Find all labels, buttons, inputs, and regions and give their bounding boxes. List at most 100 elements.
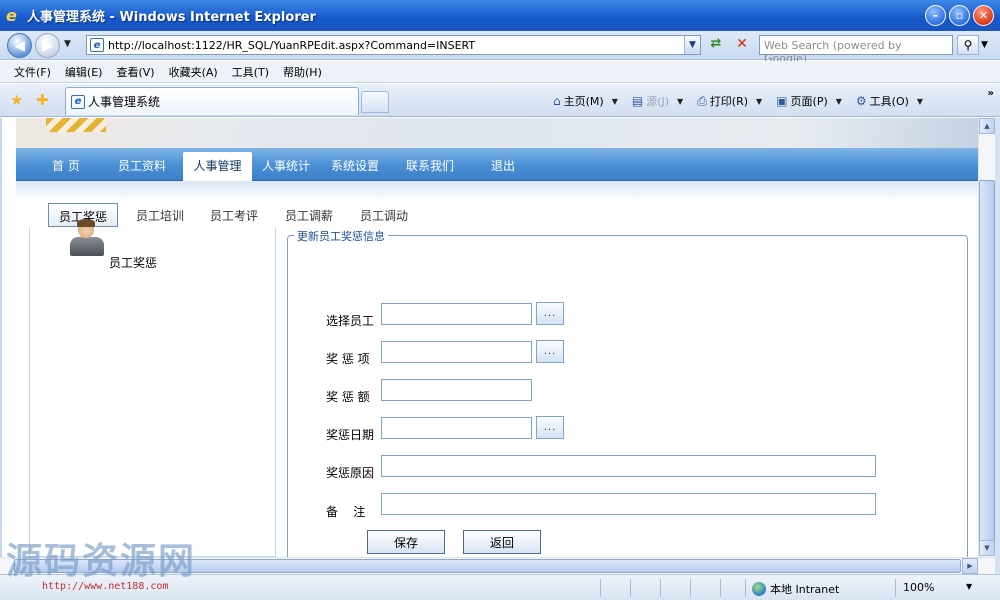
form-legend: 更新员工奖惩信息 [294, 228, 388, 244]
search-icon[interactable]: ⚲ [957, 35, 979, 55]
nav-logout[interactable]: 退出 [491, 157, 515, 174]
reward-reason-input[interactable] [381, 455, 876, 477]
refresh-icon[interactable]: ⇄ [706, 36, 726, 54]
feeds-dropdown-icon[interactable]: ▼ [677, 97, 683, 106]
scroll-down-icon[interactable]: ▼ [979, 540, 995, 556]
subtab-training[interactable]: 员工培训 [136, 207, 184, 224]
nav-employee-info[interactable]: 员工资料 [118, 157, 166, 174]
tab-toolbar: ★ ✚ e 人事管理系统 ⌂ 主页(M) ▼ ▤ 源(J) ▼ ⎙ 打印(R) ▼ ▣ 页面(… [0, 84, 1000, 117]
menu-edit[interactable]: 编辑(E) [65, 64, 103, 80]
employee-picker-button[interactable]: ... [536, 302, 564, 325]
reward-reason-label: 奖惩原因 [326, 466, 375, 480]
subtab-salary-adjust[interactable]: 员工调薪 [285, 207, 333, 224]
remarks-label: 备 注 [326, 505, 366, 519]
nav-contact-us[interactable]: 联系我们 [406, 157, 454, 174]
address-toolbar: ◀ ▶ ▼ e http://localhost:1122/HR_SQL/Yua… [0, 31, 1000, 65]
print-button[interactable]: ⎙ 打印(R) ▼ [697, 93, 762, 109]
printer-icon: ⎙ [697, 93, 707, 108]
zone-text: 本地 Intranet [770, 583, 840, 596]
add-favorite-icon[interactable]: ✚ [36, 91, 49, 109]
menu-help[interactable]: 帮助(H) [283, 64, 322, 80]
site-nav: 首 页 员工资料 人事管理 人事统计 系统设置 联系我们 退出 [16, 148, 978, 181]
nav-hr-statistics[interactable]: 人事统计 [262, 157, 310, 174]
reward-item-picker-button[interactable]: ... [536, 340, 564, 363]
chevron-more-icon[interactable]: » [988, 88, 994, 99]
ie-logo-icon: e [6, 5, 17, 25]
date-picker-button[interactable]: ... [536, 416, 564, 439]
close-window-button[interactable]: ✕ [973, 5, 994, 26]
feeds-button[interactable]: ▤ 源(J) ▼ [632, 93, 683, 109]
recent-pages-dropdown-icon[interactable]: ▼ [64, 39, 71, 49]
minimize-button[interactable]: – [925, 5, 946, 26]
maximize-button[interactable]: ▫ [949, 5, 970, 26]
window-controls: – ▫ ✕ [925, 5, 994, 26]
watermark-url: http://www.net188.com [42, 581, 169, 592]
zoom-level[interactable]: 100% [903, 581, 934, 594]
window-titlebar: e 人事管理系统 - Windows Internet Explorer – ▫… [0, 0, 1000, 31]
search-input[interactable]: Web Search (powered by Google) [759, 35, 953, 65]
reward-item-input[interactable] [381, 341, 532, 363]
print-dropdown-icon[interactable]: ▼ [756, 97, 762, 106]
page-menu-icon: ▣ [776, 94, 788, 108]
nav-home[interactable]: 首 页 [52, 157, 80, 174]
page-dropdown-icon[interactable]: ▼ [836, 97, 842, 106]
reward-date-label: 奖惩日期 [326, 428, 375, 442]
menu-file[interactable]: 文件(F) [14, 64, 51, 80]
nav-hr-management[interactable]: 人事管理 [183, 152, 252, 181]
window-title: 人事管理系统 - Windows Internet Explorer [27, 10, 316, 25]
subtab-evaluation[interactable]: 员工考评 [210, 207, 258, 224]
reward-amount-label: 奖 惩 额 [326, 390, 370, 404]
tools-dropdown-icon[interactable]: ▼ [917, 97, 923, 106]
zoom-dropdown-icon[interactable]: ▼ [966, 582, 972, 591]
menu-view[interactable]: 查看(V) [116, 64, 154, 80]
address-url[interactable]: http://localhost:1122/HR_SQL/YuanRPEdit.… [108, 39, 684, 52]
home-button[interactable]: ⌂ 主页(M) ▼ [553, 93, 618, 109]
menu-bar: 文件(F) 编辑(E) 查看(V) 收藏夹(A) 工具(T) 帮助(H) [0, 61, 1000, 83]
employee-input[interactable] [381, 303, 532, 325]
address-dropdown-icon[interactable]: ▼ [684, 36, 700, 54]
globe-icon [752, 582, 766, 596]
home-icon: ⌂ [553, 94, 561, 108]
page-menu-button[interactable]: ▣ 页面(P) ▼ [776, 93, 842, 109]
employee-label: 选择员工 [326, 314, 375, 328]
reward-amount-input[interactable] [381, 379, 532, 401]
home-dropdown-icon[interactable]: ▼ [612, 97, 618, 106]
security-zone[interactable]: 本地 Intranet [752, 581, 839, 597]
window-right-border [995, 118, 1000, 574]
menu-tools[interactable]: 工具(T) [232, 64, 269, 80]
back-button-form[interactable]: 返回 [463, 530, 541, 554]
tools-menu-button[interactable]: ⚙ 工具(O) ▼ [856, 93, 923, 109]
address-field[interactable]: e http://localhost:1122/HR_SQL/YuanRPEdi… [86, 35, 701, 55]
favorites-star-icon[interactable]: ★ [10, 91, 23, 109]
remarks-input[interactable] [381, 493, 876, 515]
scroll-right-icon[interactable]: ▶ [962, 558, 978, 574]
search-options-dropdown-icon[interactable]: ▼ [981, 40, 988, 50]
nav-shadow [16, 181, 978, 201]
left-panel: 员工奖惩 [29, 219, 276, 557]
command-bar: ⌂ 主页(M) ▼ ▤ 源(J) ▼ ⎙ 打印(R) ▼ ▣ 页面(P) ▼ ⚙ 工具(O) ▼ [553, 93, 937, 109]
tab-title: 人事管理系统 [88, 95, 161, 109]
new-tab-button[interactable] [361, 91, 389, 113]
menu-favorites[interactable]: 收藏夹(A) [169, 64, 218, 80]
back-button[interactable]: ◀ [7, 33, 32, 58]
vertical-scrollbar[interactable]: ▲ ▼ [978, 118, 995, 557]
nav-system-settings[interactable]: 系统设置 [331, 157, 379, 174]
reward-item-label: 奖 惩 项 [326, 352, 370, 366]
vertical-scroll-thumb[interactable] [979, 180, 995, 546]
rss-icon: ▤ [631, 94, 644, 108]
page-icon: e [71, 94, 85, 109]
stop-icon[interactable]: ✕ [732, 36, 752, 54]
forward-button[interactable]: ▶ [35, 33, 60, 58]
page-icon: e [90, 38, 104, 52]
banner-logo-stripes [46, 118, 106, 132]
scroll-up-icon[interactable]: ▲ [979, 118, 995, 134]
reward-date-input[interactable] [381, 417, 532, 439]
watermark-text: 源码资源网 [6, 540, 197, 582]
subtab-transfer[interactable]: 员工调动 [360, 207, 408, 224]
save-button[interactable]: 保存 [367, 530, 445, 554]
left-panel-link-rewards[interactable]: 员工奖惩 [109, 254, 157, 271]
gear-icon: ⚙ [855, 94, 867, 108]
site-banner [16, 118, 978, 148]
user-avatar-icon [70, 219, 104, 256]
tab-current-page[interactable]: e 人事管理系统 [65, 87, 359, 115]
